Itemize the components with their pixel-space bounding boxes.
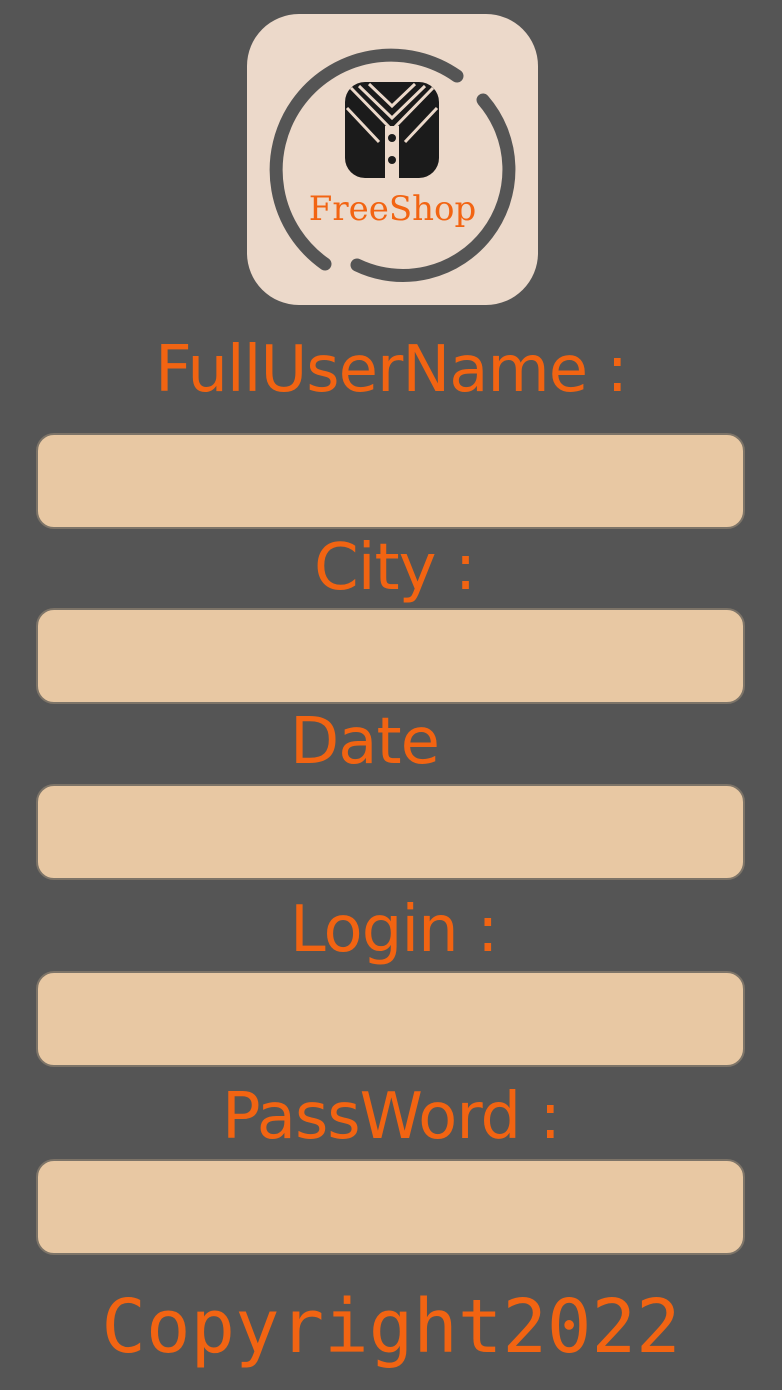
login-input[interactable] xyxy=(36,971,745,1067)
full-user-name-label: FullUserName : xyxy=(155,333,628,407)
password-input[interactable] xyxy=(36,1159,745,1255)
app-logo: FreeShop xyxy=(247,14,538,305)
full-user-name-input[interactable] xyxy=(36,433,745,529)
logo-brand-text: FreeShop xyxy=(308,189,477,229)
city-label: City : xyxy=(314,531,476,605)
date-label: Date xyxy=(290,705,440,779)
copyright-text: Copyright2022 xyxy=(101,1284,681,1370)
password-label: PassWord : xyxy=(222,1080,561,1154)
shirt-icon xyxy=(345,82,439,178)
freeshop-logo-graphic xyxy=(269,48,516,282)
city-input[interactable] xyxy=(36,608,745,704)
date-input[interactable] xyxy=(36,784,745,880)
login-label: Login : xyxy=(290,893,499,967)
